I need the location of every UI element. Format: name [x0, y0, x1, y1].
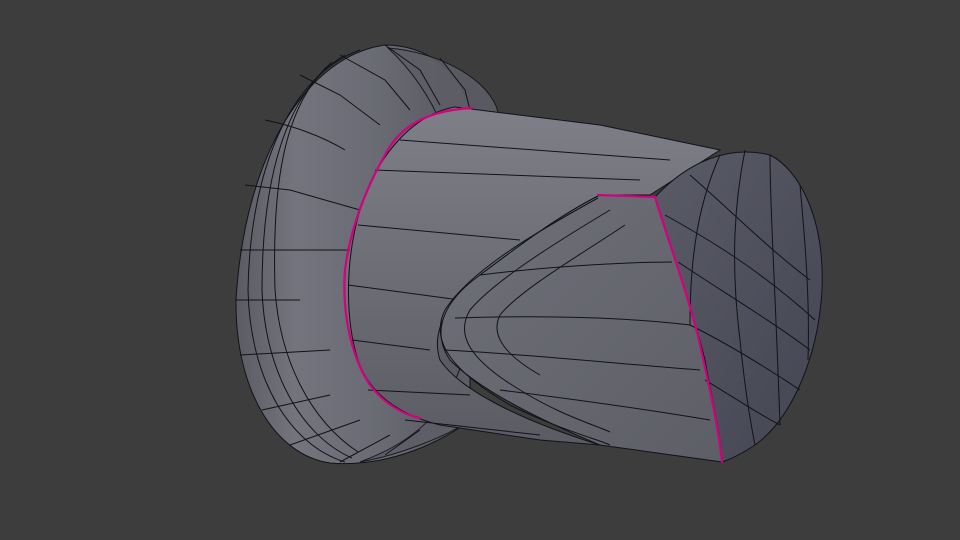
3d-viewport[interactable]	[0, 0, 960, 540]
viewport-canvas[interactable]	[0, 0, 960, 540]
